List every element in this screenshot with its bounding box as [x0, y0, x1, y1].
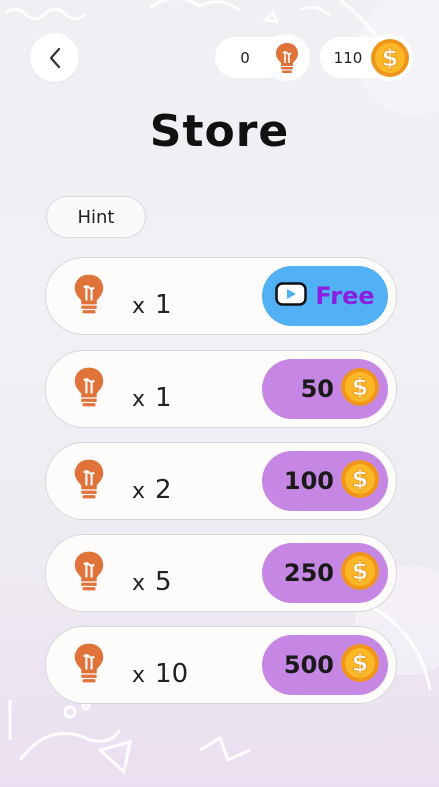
section-label-hint: Hint — [46, 196, 146, 238]
dollar-coin-icon: $ — [340, 643, 380, 687]
offer-quantity: x 10 — [132, 659, 188, 689]
offer-quantity: x1 — [132, 290, 172, 320]
quantity-value: 1 — [155, 290, 172, 320]
multiplier-symbol: x — [132, 294, 146, 319]
dollar-coin-icon: $ — [340, 551, 380, 595]
back-button[interactable] — [30, 33, 79, 82]
buy-with-coins-button[interactable]: 100 $ — [262, 451, 388, 511]
lightbulb-icon — [72, 549, 106, 597]
coins-counter: 110 $ — [320, 34, 413, 81]
lightbulb-icon — [263, 34, 310, 81]
quantity-value: 5 — [155, 567, 172, 597]
offer-quantity: x2 — [132, 475, 172, 505]
svg-text:$: $ — [381, 44, 398, 72]
quantity-value: 10 — [155, 659, 189, 689]
multiplier-symbol: x — [132, 387, 146, 412]
price-label: 500 — [283, 651, 334, 679]
lightbulb-icon — [72, 365, 106, 413]
price-label: 100 — [283, 467, 334, 495]
price-label: 50 — [300, 375, 334, 403]
watch-ad-free-button[interactable]: Free — [262, 266, 388, 326]
hint-offer-row: x 2 100 $ — [45, 442, 397, 520]
hint-offer-row: x1 Free — [45, 257, 397, 335]
hint-offer-row: x 5 250 $ — [45, 534, 397, 612]
page-title: Store — [149, 106, 290, 157]
offer-quantity: x1 — [132, 383, 172, 413]
multiplier-symbol: x — [132, 479, 146, 504]
price-label: 250 — [283, 559, 334, 587]
buy-with-coins-button[interactable]: 250 $ — [262, 543, 388, 603]
hint-offer-row: x 10 500 $ — [45, 626, 397, 704]
quantity-value: 1 — [155, 383, 172, 413]
svg-text:$: $ — [352, 465, 369, 493]
buy-with-coins-button[interactable]: 50 $ — [262, 359, 388, 419]
dollar-coin-icon: $ — [340, 459, 380, 503]
play-video-icon — [275, 282, 308, 310]
dollar-coin-icon: $ — [340, 367, 380, 411]
quantity-value: 2 — [155, 475, 172, 505]
hints-counter: 0 — [215, 34, 310, 81]
lightbulb-icon — [72, 641, 106, 689]
svg-text:$: $ — [352, 649, 369, 677]
buy-with-coins-button[interactable]: 500 $ — [262, 635, 388, 695]
free-label: Free — [315, 282, 375, 310]
multiplier-symbol: x — [132, 571, 146, 596]
lightbulb-icon — [72, 457, 106, 505]
dollar-coin-icon: $ — [366, 34, 413, 81]
offer-quantity: x5 — [132, 567, 172, 597]
svg-text:$: $ — [352, 373, 369, 401]
hint-offer-row: x 1 50 $ — [45, 350, 397, 428]
multiplier-symbol: x — [132, 663, 146, 688]
lightbulb-icon — [72, 272, 106, 320]
svg-text:$: $ — [352, 557, 369, 585]
chevron-left-icon — [49, 47, 60, 68]
